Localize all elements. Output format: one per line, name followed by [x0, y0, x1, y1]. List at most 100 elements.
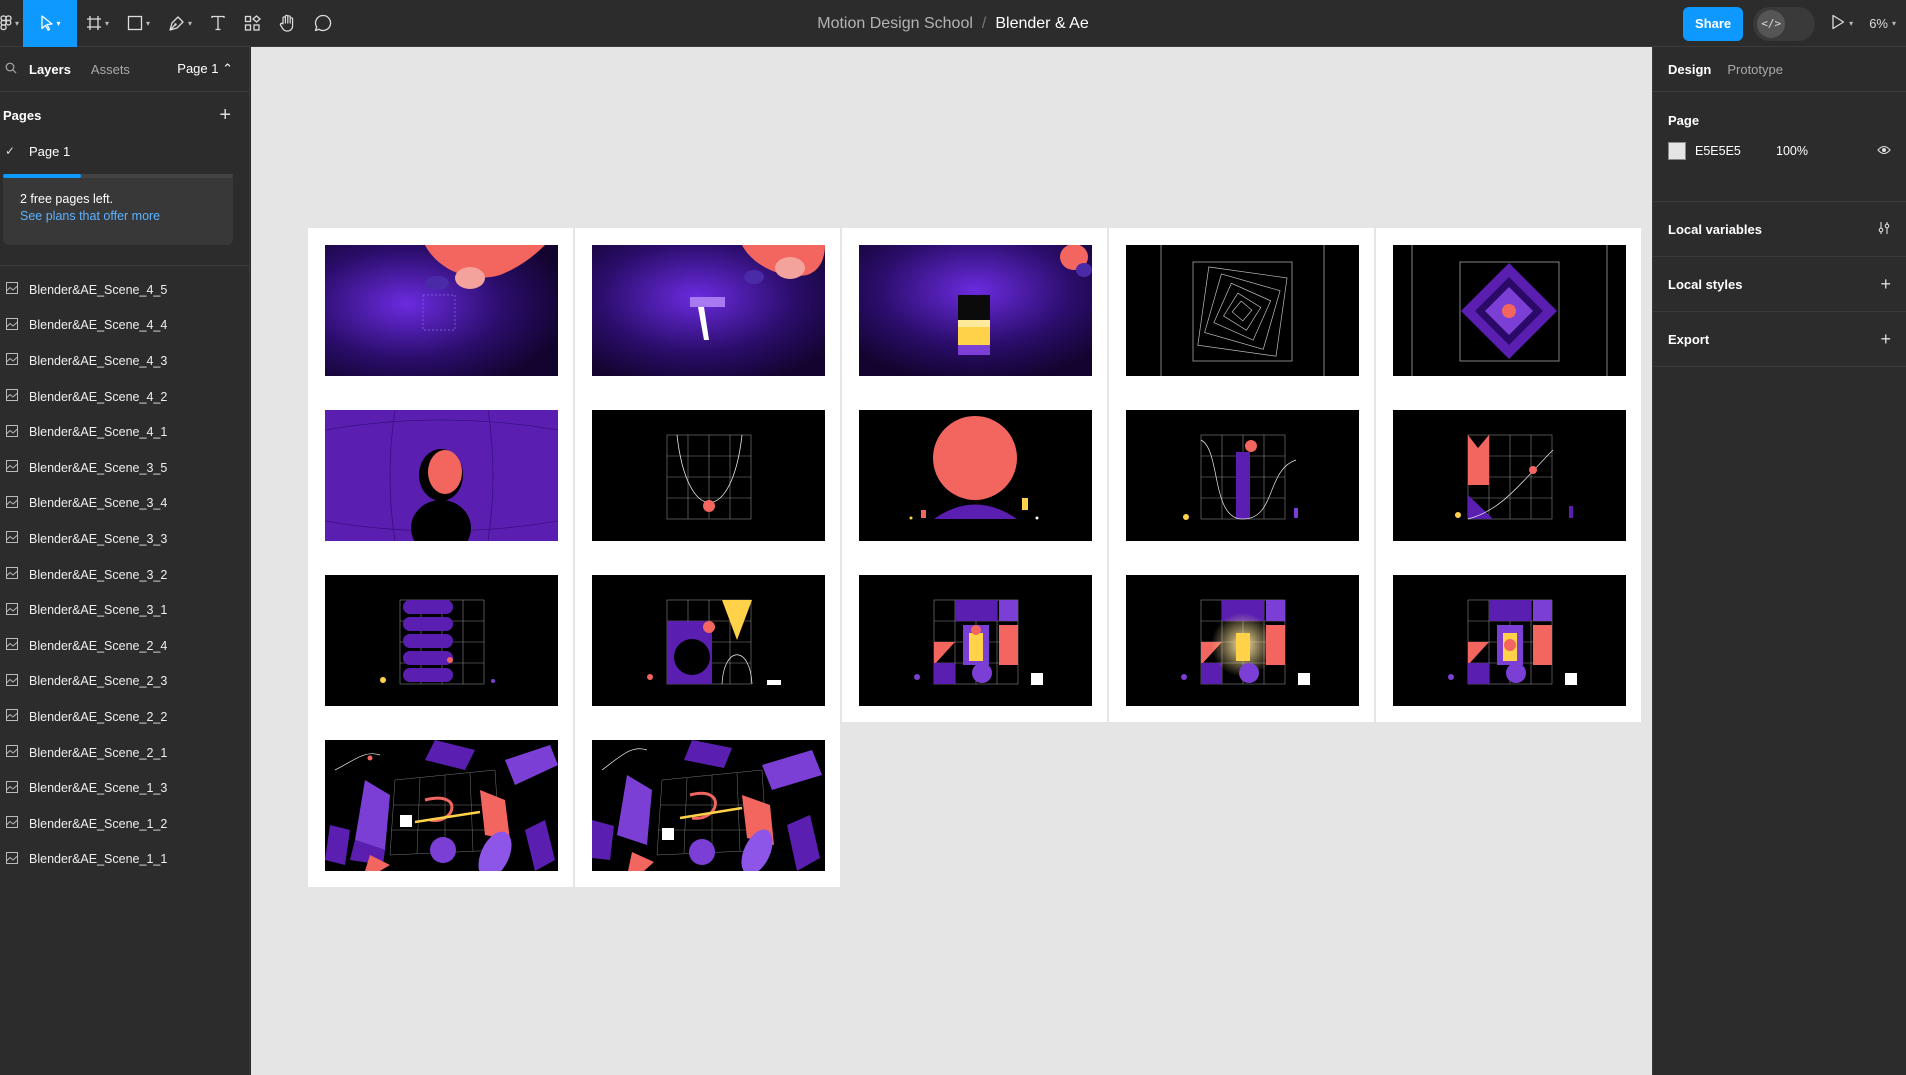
- eye-icon[interactable]: [1877, 144, 1891, 158]
- layer-item[interactable]: Blender&AE_Scene_4_5: [0, 272, 249, 308]
- shape-tool-button[interactable]: ▾: [118, 0, 159, 47]
- layer-item[interactable]: Blender&AE_Scene_2_2: [0, 699, 249, 735]
- local-variables-section[interactable]: Local variables: [1653, 202, 1906, 257]
- page-color-swatch[interactable]: [1668, 142, 1686, 160]
- frame-layer-icon: [0, 851, 29, 867]
- scene-thumbnail[interactable]: [859, 575, 1092, 706]
- zoom-menu[interactable]: 6% ▾: [1869, 16, 1896, 31]
- layer-item[interactable]: Blender&AE_Scene_4_3: [0, 343, 249, 379]
- comment-tool-icon: [314, 14, 332, 32]
- layer-item[interactable]: Blender&AE_Scene_3_2: [0, 557, 249, 593]
- scene-thumbnail[interactable]: [592, 245, 825, 376]
- scene-thumbnail[interactable]: [325, 740, 558, 871]
- layer-item[interactable]: Blender&AE_Scene_2_4: [0, 628, 249, 664]
- layer-item[interactable]: Blender&AE_Scene_3_1: [0, 592, 249, 628]
- export-label: Export: [1668, 331, 1710, 347]
- scene-thumbnail[interactable]: [1393, 245, 1626, 376]
- main-menu-button[interactable]: ▾: [0, 0, 23, 47]
- scene-thumbnail[interactable]: [592, 740, 825, 871]
- canvas[interactable]: [251, 47, 1652, 1075]
- pen-tool-button[interactable]: ▾: [159, 0, 201, 47]
- chevron-down-icon: ▾: [146, 18, 151, 28]
- layer-item[interactable]: Blender&AE_Scene_3_5: [0, 450, 249, 486]
- file-name[interactable]: Blender & Ae: [995, 15, 1088, 33]
- layer-item[interactable]: Blender&AE_Scene_4_4: [0, 308, 249, 344]
- scene-thumbnail[interactable]: [1126, 410, 1359, 541]
- scene-thumbnail[interactable]: [1126, 575, 1359, 706]
- free-pages-text: 2 free pages left.: [20, 192, 114, 206]
- search-icon[interactable]: [5, 62, 17, 77]
- dev-mode-icon: </>: [1757, 9, 1786, 38]
- plus-icon[interactable]: +: [1880, 329, 1891, 350]
- page-section-title: Page: [1668, 112, 1700, 128]
- hand-tool-icon: [279, 14, 296, 32]
- scene-thumbnail[interactable]: [592, 410, 825, 541]
- left-panel-tabs: Layers Assets Page 1 ⌃: [0, 47, 249, 92]
- layer-item-label: Blender&AE_Scene_4_3: [29, 353, 168, 368]
- layer-item[interactable]: Blender&AE_Scene_3_4: [0, 486, 249, 522]
- export-section: Export +: [1653, 312, 1906, 367]
- scene-thumbnail[interactable]: [859, 245, 1092, 376]
- tab-prototype[interactable]: Prototype: [1727, 62, 1783, 77]
- chevron-down-icon: ▾: [56, 18, 61, 28]
- layer-item[interactable]: Blender&AE_Scene_1_1: [0, 842, 249, 878]
- page-item-label: Page 1: [29, 143, 71, 159]
- variables-icon[interactable]: [1877, 219, 1891, 240]
- layer-item-label: Blender&AE_Scene_2_3: [29, 674, 168, 689]
- scene-thumbnail[interactable]: [1393, 575, 1626, 706]
- scene-thumbnail[interactable]: [325, 575, 558, 706]
- resources-button[interactable]: [235, 0, 270, 47]
- see-plans-link[interactable]: See plans that offer more: [20, 209, 216, 223]
- layer-item[interactable]: Blender&AE_Scene_2_3: [0, 664, 249, 700]
- layer-item[interactable]: Blender&AE_Scene_1_2: [0, 806, 249, 842]
- hand-tool-button[interactable]: [270, 0, 305, 47]
- divider: [0, 265, 249, 266]
- tab-layers[interactable]: Layers: [29, 62, 71, 77]
- move-tool-icon: [40, 15, 54, 31]
- comment-tool-button[interactable]: [305, 0, 341, 47]
- move-tool-button[interactable]: ▾: [23, 0, 78, 47]
- text-tool-button[interactable]: [201, 0, 235, 47]
- layer-item[interactable]: Blender&AE_Scene_4_2: [0, 379, 249, 415]
- pages-title: Pages: [3, 107, 42, 123]
- zoom-level: 6%: [1869, 16, 1888, 31]
- plus-icon[interactable]: +: [1880, 274, 1891, 295]
- page-color-row: E5E5E5 100%: [1668, 138, 1891, 164]
- scene-thumbnail[interactable]: [325, 245, 558, 376]
- layer-item-label: Blender&AE_Scene_3_2: [29, 567, 168, 582]
- scene-thumbnail[interactable]: [1126, 245, 1359, 376]
- tab-design[interactable]: Design: [1668, 62, 1711, 77]
- page-color-opacity[interactable]: 100%: [1776, 144, 1808, 158]
- page-item[interactable]: ✓ Page 1: [0, 138, 249, 164]
- frame-layer-icon: [0, 602, 29, 618]
- page-section: Page E5E5E5 100%: [1653, 92, 1906, 202]
- layer-item-label: Blender&AE_Scene_4_1: [29, 425, 168, 440]
- project-name[interactable]: Motion Design School: [817, 15, 973, 33]
- frame-layer-icon: [0, 495, 29, 511]
- tab-assets[interactable]: Assets: [91, 62, 130, 77]
- page-color-hex[interactable]: E5E5E5: [1695, 144, 1776, 158]
- frame-tool-button[interactable]: ▾: [77, 0, 118, 47]
- page-selector[interactable]: Page 1 ⌃: [177, 61, 233, 77]
- frame-tool-icon: [86, 15, 102, 31]
- resources-icon: [244, 14, 262, 32]
- present-button[interactable]: ▾: [1825, 14, 1859, 33]
- scene-thumbnail[interactable]: [325, 410, 558, 541]
- scene-thumbnail[interactable]: [1393, 410, 1626, 541]
- layer-item-label: Blender&AE_Scene_1_2: [29, 816, 168, 831]
- frame-layer-icon: [0, 424, 29, 440]
- layer-item[interactable]: Blender&AE_Scene_1_3: [0, 770, 249, 806]
- scene-thumbnail[interactable]: [859, 410, 1092, 541]
- layer-item[interactable]: Blender&AE_Scene_2_1: [0, 735, 249, 771]
- frame-layer-icon: [0, 709, 29, 724]
- chevron-down-icon: ▾: [105, 18, 110, 28]
- dev-mode-toggle[interactable]: </>: [1753, 6, 1816, 41]
- present-icon: [1831, 14, 1845, 33]
- layer-item[interactable]: Blender&AE_Scene_4_1: [0, 414, 249, 450]
- share-button[interactable]: Share: [1683, 6, 1744, 41]
- layer-item[interactable]: Blender&AE_Scene_3_3: [0, 521, 249, 557]
- frame-layer-icon: [0, 780, 29, 796]
- scene-thumbnail[interactable]: [592, 575, 825, 706]
- layer-item-label: Blender&AE_Scene_2_2: [29, 709, 168, 724]
- add-page-button[interactable]: +: [219, 104, 231, 127]
